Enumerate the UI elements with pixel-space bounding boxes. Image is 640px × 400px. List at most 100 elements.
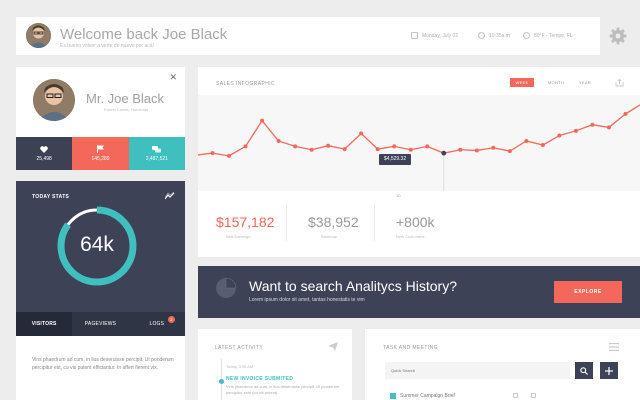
time-text: 10:35a.m bbox=[489, 32, 510, 39]
chart-point[interactable] bbox=[392, 144, 397, 149]
profile-stats: 25,498 145,289 2,487,521 bbox=[16, 137, 185, 170]
chart-point[interactable] bbox=[260, 118, 265, 123]
comments-count: 2,487,521 bbox=[145, 155, 168, 162]
date-display: Monday, July 02 bbox=[411, 32, 458, 39]
chart-point[interactable] bbox=[524, 138, 529, 143]
sales-card: SALES INFOGRAPHIC WEEK MONTH YEAR $4,529… bbox=[198, 67, 640, 257]
date-text: Monday, July 02 bbox=[422, 32, 459, 39]
kpi-value: $38,952 bbox=[308, 214, 359, 230]
chart-point[interactable] bbox=[573, 128, 578, 133]
weather-display: 80°F - Tempe, FL bbox=[523, 32, 573, 39]
profile-name: Mr. Joe Black bbox=[86, 91, 165, 106]
quick-search-input[interactable] bbox=[385, 362, 570, 379]
weather-icon bbox=[523, 32, 530, 39]
chart-point[interactable] bbox=[458, 147, 463, 152]
likes-count: 25,498 bbox=[36, 155, 52, 162]
tab-logs-label: LOGS bbox=[149, 321, 165, 327]
edit-icon[interactable] bbox=[513, 393, 518, 398]
tab-visitors[interactable]: VISITORS bbox=[16, 312, 73, 336]
heart-icon bbox=[40, 145, 48, 153]
chart-tooltip: $4,529.32 bbox=[379, 154, 411, 165]
flags-count: 145,289 bbox=[91, 156, 110, 162]
stats-description-card: Viris phaedrum ad cum, in lius deseruiss… bbox=[16, 336, 185, 400]
activity-headline[interactable]: NEW INVOICE SUBMITED bbox=[226, 376, 293, 382]
gear-icon[interactable] bbox=[609, 27, 627, 45]
chart-point[interactable] bbox=[227, 153, 232, 158]
tab-logs[interactable]: LOGS 2 bbox=[129, 312, 185, 336]
chart-point[interactable] bbox=[309, 147, 314, 152]
kpi-label: Total Earnings bbox=[225, 234, 251, 239]
chart-point[interactable] bbox=[293, 144, 298, 149]
activity-title: LATEST ACTIVITY bbox=[215, 345, 264, 351]
profile-avatar[interactable] bbox=[33, 79, 75, 121]
period-week[interactable]: WEEK bbox=[510, 78, 534, 87]
delete-icon[interactable] bbox=[531, 393, 536, 398]
chart-point[interactable] bbox=[276, 138, 281, 143]
chart-point[interactable] bbox=[491, 145, 496, 150]
kpi-label: Revenue bbox=[321, 234, 338, 239]
flags-stat[interactable]: 145,289 bbox=[72, 137, 129, 170]
chart-point[interactable] bbox=[425, 144, 430, 149]
export-icon[interactable] bbox=[615, 79, 624, 87]
search-button[interactable] bbox=[575, 362, 593, 379]
profile-location: Puerto Cortés, Honduras bbox=[104, 107, 149, 112]
task-item[interactable]: Summer Campaign Brief bbox=[385, 391, 625, 400]
pie-chart-icon bbox=[216, 277, 237, 298]
x-axis-label: 10 bbox=[396, 193, 401, 198]
paper-plane-icon[interactable] bbox=[328, 342, 338, 351]
chart-point[interactable] bbox=[606, 125, 611, 130]
time-display: 10:35a.m bbox=[478, 32, 510, 39]
activity-date: Today, 3:30 AM bbox=[226, 364, 254, 369]
chart-point[interactable] bbox=[474, 148, 479, 153]
task-meeting-card: TASK AND MEETING Summer Campaign Brief bbox=[365, 329, 640, 400]
period-month[interactable]: MONTH bbox=[542, 78, 570, 87]
top-bar: Welcome back Joe Black Es bueno volver a… bbox=[16, 17, 600, 55]
close-icon[interactable]: ✕ bbox=[169, 72, 177, 83]
chart-point[interactable] bbox=[441, 150, 447, 156]
welcome-title: Welcome back Joe Black bbox=[60, 26, 228, 43]
trend-icon[interactable] bbox=[165, 192, 175, 200]
chat-icon bbox=[152, 145, 162, 152]
add-task-button[interactable] bbox=[600, 362, 618, 379]
chart-point[interactable] bbox=[540, 143, 545, 148]
comments-stat[interactable]: 2,487,521 bbox=[128, 137, 185, 170]
kpi-new-customers: +800k New Customers bbox=[374, 203, 462, 257]
today-stats-value: 64k bbox=[80, 233, 114, 256]
task-label: Summer Campaign Brief bbox=[400, 393, 455, 399]
likes-stat[interactable]: 25,498 bbox=[16, 137, 73, 170]
chart-point[interactable] bbox=[326, 143, 331, 148]
sales-series-line bbox=[198, 104, 640, 157]
banner-title: Want to search Analitycs History? bbox=[249, 278, 458, 294]
task-checkbox[interactable] bbox=[390, 393, 396, 399]
tasks-title: TASK AND MEETING bbox=[383, 345, 438, 351]
chart-point[interactable] bbox=[342, 147, 347, 152]
tab-pageviews[interactable]: PAGEVIEWS bbox=[72, 312, 128, 336]
chart-point[interactable] bbox=[557, 133, 562, 138]
chart-point[interactable] bbox=[590, 122, 595, 127]
today-tabs: VISITORS PAGEVIEWS LOGS 2 bbox=[16, 312, 185, 336]
latest-activity-card: LATEST ACTIVITY Today, 3:30 AM NEW INVOI… bbox=[198, 329, 352, 400]
kpi-row: $157,182 Total Earnings $38,952 Revenue … bbox=[198, 203, 640, 257]
sales-line-chart bbox=[198, 104, 640, 191]
search-icon bbox=[580, 366, 588, 375]
list-icon[interactable] bbox=[609, 343, 619, 351]
period-year[interactable]: YEAR bbox=[574, 78, 596, 87]
kpi-value: +800k bbox=[396, 214, 435, 230]
chart-point[interactable] bbox=[408, 147, 413, 152]
chart-point[interactable] bbox=[210, 151, 215, 156]
avatar[interactable] bbox=[26, 23, 51, 48]
banner-subtitle: Lorem ipsum dolor sit amet, tantas hones… bbox=[249, 297, 365, 303]
chart-point[interactable] bbox=[623, 111, 628, 116]
activity-text: Viris phaedrum ad cum, in lius deseruiss… bbox=[226, 384, 340, 395]
chart-point[interactable] bbox=[375, 147, 380, 152]
analytics-banner: Want to search Analitycs History? Lorem … bbox=[198, 266, 640, 318]
kpi-revenue: $38,952 Revenue bbox=[286, 203, 374, 257]
chart-point[interactable] bbox=[507, 149, 512, 154]
timeline-dot bbox=[219, 379, 224, 384]
welcome-subtitle: Es bueno volver a verte de nuevo por acá… bbox=[60, 43, 154, 49]
chart-point[interactable] bbox=[359, 131, 364, 136]
weather-text: 80°F - Tempe, FL bbox=[534, 32, 573, 39]
explore-button[interactable]: EXPLORE bbox=[554, 281, 622, 303]
plus-icon bbox=[605, 366, 613, 375]
chart-point[interactable] bbox=[243, 144, 248, 149]
